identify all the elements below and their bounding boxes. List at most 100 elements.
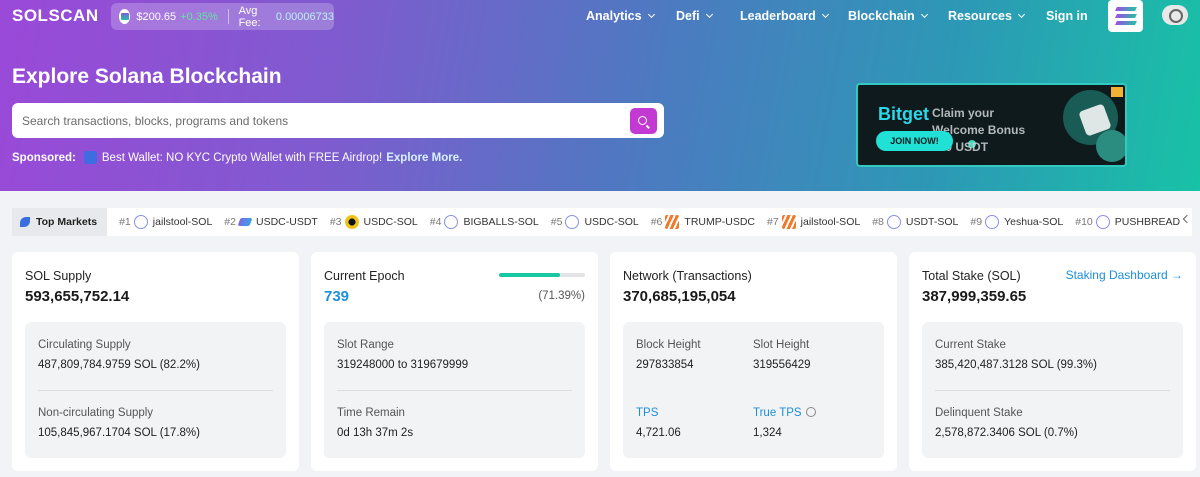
epoch-percent: (71.39%) <box>538 290 585 302</box>
market-item[interactable]: #2 USDC-USDT <box>224 216 318 228</box>
market-name: jailstool-SOL <box>800 216 861 228</box>
true-tps-label: True TPS <box>753 407 802 419</box>
solana-logo-bar <box>1114 21 1137 25</box>
network-card: Network (Transactions) 370,685,195,054 B… <box>610 252 897 471</box>
top-markets-text: Top Markets <box>36 216 98 228</box>
card-label: SOL Supply <box>25 269 92 283</box>
info-icon[interactable] <box>805 407 816 417</box>
sol-price-change: +0.35% <box>180 10 218 23</box>
sol-coin-icon <box>119 9 131 24</box>
market-item[interactable]: #4 BIGBALLS-SOL <box>430 215 539 229</box>
card-inner-panel: Current Stake 385,420,487.3128 SOL (99.3… <box>922 322 1183 458</box>
market-item[interactable]: #6 TRUMP-USDC <box>651 215 755 229</box>
sponsored-text[interactable]: Best Wallet: NO KYC Crypto Wallet with F… <box>102 152 382 164</box>
nav-blockchain[interactable]: Blockchain <box>848 0 928 32</box>
chevron-down-icon <box>647 10 655 19</box>
raydium-icon <box>444 215 459 229</box>
market-item[interactable]: #3 USDC-SOL <box>330 215 418 229</box>
market-rank: #3 <box>329 216 342 228</box>
epoch-progress-bar <box>499 273 585 277</box>
hero-banner: SOLSCAN $200.65 +0.35% Avg Fee: 0.000067… <box>0 0 1200 191</box>
epoch-link[interactable]: 739 <box>324 288 349 305</box>
market-rank: #1 <box>119 216 131 228</box>
market-item[interactable]: #5 USDC-SOL <box>551 215 639 229</box>
top-navigation-bar: SOLSCAN $200.65 +0.35% Avg Fee: 0.000067… <box>0 0 1200 32</box>
slot-height-label: Slot Height <box>753 339 810 351</box>
search-icon <box>638 115 647 125</box>
avg-fee-value: 0.00006733 <box>275 10 335 23</box>
search-box <box>12 103 664 138</box>
chevron-down-icon <box>1017 10 1025 19</box>
slot-range-value: 319248000 to 319679999 <box>337 359 469 371</box>
market-name: USDC-USDT <box>255 216 318 228</box>
market-item[interactable]: #9 Yeshua-SOL <box>970 215 1063 229</box>
raydium-icon <box>133 215 148 229</box>
sponsored-label: Sponsored: <box>12 151 76 164</box>
explore-more-link[interactable]: Explore More. <box>386 152 462 164</box>
true-tps-value: 1,324 <box>753 427 782 439</box>
top-markets-label: Top Markets <box>12 208 108 236</box>
card-value: 593,655,752.14 <box>25 288 130 305</box>
slot-height-value[interactable]: 319556429 <box>753 359 811 371</box>
tps-link[interactable]: TPS <box>636 407 658 419</box>
nav-resources[interactable]: Resources <box>948 0 1025 32</box>
chevron-down-icon <box>920 10 928 19</box>
solscan-logo[interactable]: SOLSCAN <box>12 6 99 26</box>
solana-logo-icon <box>1114 7 1137 11</box>
wallet-icon <box>83 151 97 164</box>
solana-network-button[interactable] <box>1108 0 1143 32</box>
true-tps-link[interactable]: True TPS <box>753 407 816 419</box>
delinquent-stake-value: 2,578,872.3406 SOL (0.7%) <box>935 427 1078 439</box>
chevron-left-icon[interactable] <box>1182 214 1192 224</box>
circulating-supply-value: 487,809,784.9759 SOL (82.2%) <box>38 359 200 371</box>
ad-join-button[interactable]: JOIN NOW! <box>876 131 953 151</box>
market-item[interactable]: #10 PUSHBREAD <box>1075 215 1180 229</box>
tps-value: 4,721.06 <box>636 427 681 439</box>
epoch-progress-fill <box>499 273 561 277</box>
theme-toggle-button[interactable] <box>1162 5 1188 25</box>
market-name: USDT-SOL <box>905 216 959 228</box>
circulating-supply-label: Circulating Supply <box>38 339 131 351</box>
market-rank: #2 <box>224 216 236 228</box>
market-item[interactable]: #1 jailstool-SOL <box>119 215 212 229</box>
delinquent-stake-label: Delinquent Stake <box>935 407 1023 419</box>
ad-close-icon[interactable] <box>1111 87 1123 97</box>
search-input[interactable] <box>22 103 622 138</box>
nav-analytics-label: Analytics <box>586 9 642 23</box>
bitget-ad-banner[interactable]: Bitget Claim your Welcome Bonus 200 USDT… <box>856 83 1127 167</box>
nav-analytics[interactable]: Analytics <box>586 0 655 32</box>
divider <box>935 390 1170 391</box>
search-button[interactable] <box>630 108 657 134</box>
market-rank: #7 <box>766 216 779 228</box>
time-remain-value: 0d 13h 37m 2s <box>337 427 414 439</box>
card-inner-panel: Slot Range 319248000 to 319679999 Time R… <box>324 322 585 458</box>
card-label: Current Epoch <box>324 269 405 283</box>
rocket-icon <box>20 217 30 227</box>
divider <box>38 390 273 391</box>
ad-brand: Bitget <box>878 104 929 124</box>
page-title: Explore Solana Blockchain <box>12 65 282 88</box>
raydium-icon <box>886 215 901 229</box>
nav-defi[interactable]: Defi <box>676 0 713 32</box>
block-height-value[interactable]: 297833854 <box>636 359 694 371</box>
avg-fee-label: Avg Fee: <box>238 4 261 29</box>
ad-decoration <box>1096 130 1125 162</box>
sol-price: $200.65 <box>136 10 177 23</box>
market-name: Yeshua-SOL <box>1004 216 1064 228</box>
raydium-icon <box>1095 215 1110 229</box>
slot-range-label: Slot Range <box>337 339 394 351</box>
top-markets-bar: Top Markets #1 jailstool-SOL #2 USDC-USDT … <box>12 208 1192 236</box>
market-rank: #5 <box>550 216 563 228</box>
coin-icon <box>344 215 359 229</box>
time-remain-label: Time Remain <box>337 407 405 419</box>
current-stake-label: Current Stake <box>935 339 1006 351</box>
trump-icon <box>781 215 796 229</box>
card-value: 370,685,195,054 <box>623 288 736 305</box>
market-item[interactable]: #8 USDT-SOL <box>872 215 958 229</box>
market-item[interactable]: #7 jailstool-SOL <box>767 215 860 229</box>
staking-dashboard-link[interactable]: Staking Dashboard → <box>1066 268 1183 282</box>
sign-in-link[interactable]: Sign in <box>1046 0 1088 32</box>
current-stake-value: 385,420,487.3128 SOL (99.3%) <box>935 359 1097 371</box>
nav-leaderboard[interactable]: Leaderboard <box>740 0 829 32</box>
market-name: USDC-SOL <box>363 216 418 228</box>
